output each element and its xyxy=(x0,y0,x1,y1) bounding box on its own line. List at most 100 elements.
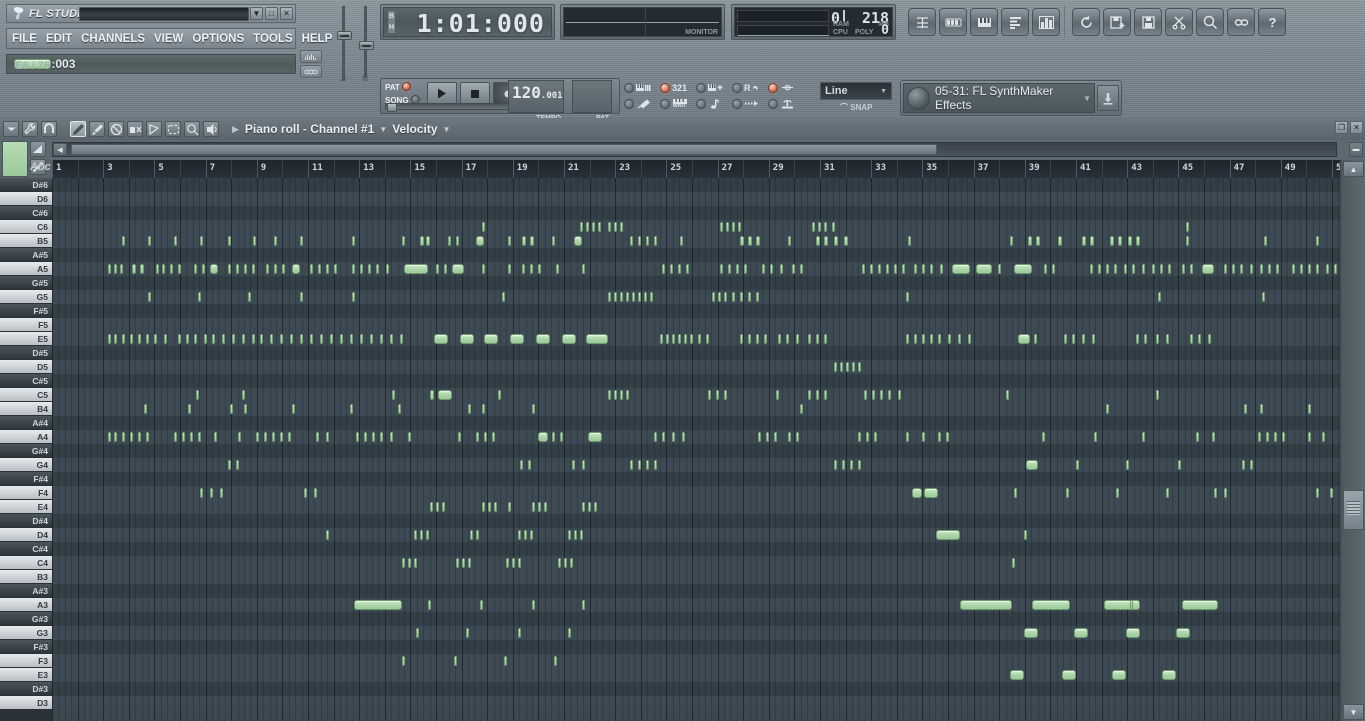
scroll-right-icon[interactable]: ▬ xyxy=(1349,142,1363,157)
note[interactable] xyxy=(846,362,849,372)
note[interactable] xyxy=(646,460,649,470)
piano-key-Cs5[interactable]: C#5 xyxy=(0,374,52,388)
note[interactable] xyxy=(1262,292,1265,302)
piano-key-Ds6[interactable]: D#6 xyxy=(0,178,52,192)
note[interactable] xyxy=(720,264,723,274)
note[interactable] xyxy=(468,558,471,568)
note[interactable] xyxy=(114,432,117,442)
note[interactable] xyxy=(1058,236,1062,246)
note[interactable] xyxy=(582,264,585,274)
note[interactable] xyxy=(402,236,405,246)
note[interactable] xyxy=(198,292,201,302)
note[interactable] xyxy=(564,558,567,568)
note[interactable] xyxy=(430,502,433,512)
piano-key-D4[interactable]: D4 xyxy=(0,528,52,542)
note[interactable] xyxy=(1330,488,1333,498)
piano-roll-icon[interactable] xyxy=(970,8,998,36)
note[interactable] xyxy=(1168,264,1171,274)
note[interactable] xyxy=(906,334,909,344)
note[interactable] xyxy=(1242,460,1245,470)
step-sequencer-icon[interactable] xyxy=(939,8,967,36)
slice-tool-icon[interactable] xyxy=(146,121,162,137)
note[interactable] xyxy=(326,264,329,274)
note[interactable] xyxy=(1190,334,1193,344)
vertical-scrollbar[interactable]: ▲ ▼ xyxy=(1340,160,1365,721)
note[interactable] xyxy=(880,390,883,400)
note[interactable] xyxy=(290,334,293,344)
note[interactable] xyxy=(708,390,711,400)
note[interactable] xyxy=(580,530,583,540)
note[interactable] xyxy=(1098,264,1101,274)
note[interactable] xyxy=(744,264,747,274)
note[interactable] xyxy=(178,264,181,274)
step-edit-led[interactable] xyxy=(696,82,706,93)
note[interactable] xyxy=(1160,264,1163,274)
note[interactable] xyxy=(108,334,111,344)
note[interactable] xyxy=(756,292,759,302)
cut-tools-icon[interactable] xyxy=(1165,8,1193,36)
note[interactable] xyxy=(1118,236,1122,246)
note[interactable] xyxy=(274,236,277,246)
note[interactable] xyxy=(274,264,277,274)
note[interactable] xyxy=(506,558,509,568)
wrench-icon[interactable] xyxy=(22,121,38,137)
note[interactable] xyxy=(1250,460,1253,470)
note[interactable] xyxy=(456,236,459,246)
note[interactable] xyxy=(436,264,439,274)
note[interactable] xyxy=(1176,628,1190,638)
note[interactable] xyxy=(1282,432,1285,442)
note[interactable] xyxy=(1082,334,1085,344)
note[interactable] xyxy=(1076,460,1079,470)
note[interactable] xyxy=(874,432,877,442)
note[interactable] xyxy=(292,404,295,414)
note[interactable] xyxy=(194,334,197,344)
playback-tool-icon[interactable] xyxy=(203,121,219,137)
note[interactable] xyxy=(130,334,133,344)
note[interactable] xyxy=(952,264,970,274)
note[interactable] xyxy=(146,334,149,344)
piano-key-G3[interactable]: G3 xyxy=(0,626,52,640)
note[interactable] xyxy=(334,264,337,274)
note[interactable] xyxy=(360,334,363,344)
note[interactable] xyxy=(824,236,828,246)
note[interactable] xyxy=(1072,334,1075,344)
note[interactable] xyxy=(122,432,125,442)
note[interactable] xyxy=(532,404,535,414)
note[interactable] xyxy=(244,264,247,274)
note[interactable] xyxy=(840,362,843,372)
piano-roll-restore-button[interactable]: ❐ xyxy=(1335,121,1348,134)
note[interactable] xyxy=(502,292,505,302)
note[interactable] xyxy=(508,502,511,512)
note[interactable] xyxy=(252,264,255,274)
note[interactable] xyxy=(630,460,633,470)
note[interactable] xyxy=(866,432,869,442)
note[interactable] xyxy=(1010,236,1013,246)
note[interactable] xyxy=(1182,600,1218,610)
scroll-up-icon[interactable]: ▲ xyxy=(1343,161,1364,177)
note[interactable] xyxy=(816,334,819,344)
note[interactable] xyxy=(1024,530,1027,540)
note[interactable] xyxy=(444,264,447,274)
note[interactable] xyxy=(270,334,273,344)
note[interactable] xyxy=(426,236,430,246)
note[interactable] xyxy=(350,334,353,344)
note[interactable] xyxy=(522,236,526,246)
typing-keyboard-led[interactable] xyxy=(624,82,634,93)
note[interactable] xyxy=(698,334,701,344)
note[interactable] xyxy=(108,432,111,442)
note[interactable] xyxy=(164,334,167,344)
note[interactable] xyxy=(1044,264,1047,274)
note[interactable] xyxy=(968,334,971,344)
note[interactable] xyxy=(300,334,303,344)
note[interactable] xyxy=(764,334,767,344)
note[interactable] xyxy=(614,292,617,302)
note[interactable] xyxy=(1212,432,1215,442)
note[interactable] xyxy=(792,264,795,274)
note[interactable] xyxy=(498,390,501,400)
note[interactable] xyxy=(948,334,951,344)
note[interactable] xyxy=(194,264,197,274)
note[interactable] xyxy=(154,334,157,344)
note[interactable] xyxy=(230,404,233,414)
time-display-panel[interactable]: B H 1:01:000 xyxy=(380,4,555,40)
piano-key-G4[interactable]: G4 xyxy=(0,458,52,472)
